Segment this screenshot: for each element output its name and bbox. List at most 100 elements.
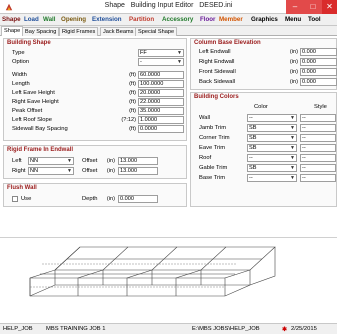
menu-shape[interactable]: Shape: [2, 16, 21, 23]
style-select[interactable]: --: [300, 154, 336, 162]
color-row-label: Wall: [199, 115, 211, 121]
color-value: --: [249, 115, 253, 121]
menu-extension[interactable]: Extension: [92, 16, 122, 23]
color-select[interactable]: SB ▼: [247, 164, 297, 172]
back-sidewall-field[interactable]: 0.000: [300, 78, 337, 86]
right-endwall-unit: (in): [289, 59, 298, 65]
rigid-frame-endwall-title: Rigid Frame In Endwall: [7, 147, 74, 153]
building-shape-title: Building Shape: [7, 40, 51, 46]
status-date: 2/25/2015: [291, 326, 317, 332]
building-wireframe: [29, 246, 276, 297]
tab-jack-beams[interactable]: Jack Beams: [100, 27, 137, 36]
rf-right-select[interactable]: NN ▼: [28, 167, 74, 175]
width-field[interactable]: 60.0000: [138, 71, 184, 79]
column-base-title: Column Base Elevation: [194, 40, 261, 46]
menu-load[interactable]: Load: [24, 16, 39, 23]
color-value: SB: [249, 125, 257, 131]
right-eave-label: Right Eave Height: [12, 99, 59, 105]
color-row-label: Eave Trim: [199, 145, 226, 151]
menu-member[interactable]: Member: [219, 16, 243, 23]
color-row-label: Jamb Trim: [199, 125, 227, 131]
minimize-button[interactable]: –: [286, 0, 304, 14]
rf-left-offset-field[interactable]: 13.000: [118, 157, 158, 165]
flush-wall-group: Flush Wall Use Depth (in) 0.000: [3, 183, 187, 207]
rf-left-select[interactable]: NN ▼: [28, 157, 74, 165]
rf-right-label: Right: [12, 168, 26, 174]
maximize-button[interactable]: □: [304, 0, 322, 14]
building-3d-viewport[interactable]: [0, 237, 337, 323]
type-label: Type: [12, 50, 25, 56]
color-row-label: Roof: [199, 155, 212, 161]
option-label: Option: [12, 59, 30, 65]
tab-bay-spacing[interactable]: Bay Spacing: [22, 27, 60, 36]
menu-graphics[interactable]: Graphics: [251, 16, 278, 23]
warning-icon: ✱: [282, 327, 288, 333]
depth-field[interactable]: 0.000: [118, 195, 158, 203]
left-endwall-field[interactable]: 0.000: [300, 48, 337, 56]
flush-wall-title: Flush Wall: [7, 185, 37, 191]
type-select[interactable]: FF ▼: [138, 49, 184, 57]
rf-left-offset-label: Offset: [82, 158, 98, 164]
menu-wall[interactable]: Wall: [43, 16, 56, 23]
sidewall-bay-field[interactable]: 0.0000: [138, 125, 184, 133]
menu-opening[interactable]: Opening: [61, 16, 86, 23]
rf-left-label: Left: [12, 158, 22, 164]
length-field[interactable]: 100.0000: [138, 80, 184, 88]
tab-shape[interactable]: Shape: [1, 26, 24, 36]
left-eave-field[interactable]: 20.0000: [138, 89, 184, 97]
width-unit: (ft): [129, 72, 136, 78]
type-value: FF: [140, 50, 147, 56]
right-endwall-label: Right Endwall: [199, 59, 235, 65]
menu-bar: Shape Load Wall Opening Extension Partit…: [0, 14, 337, 26]
color-select[interactable]: SB ▼: [247, 134, 297, 142]
left-endwall-label: Left Endwall: [199, 49, 231, 55]
style-select[interactable]: --: [300, 164, 336, 172]
back-sidewall-unit: (in): [289, 79, 298, 85]
rf-right-offset-field[interactable]: 13.000: [118, 167, 158, 175]
style-select[interactable]: --: [300, 134, 336, 142]
front-sidewall-field[interactable]: 0.000: [300, 68, 337, 76]
style-value: --: [302, 175, 306, 181]
rigid-frame-endwall-group: Rigid Frame In Endwall Left NN ▼ Offset …: [3, 145, 187, 179]
tab-bar: Shape Bay Spacing Rigid Frames Jack Beam…: [0, 26, 337, 36]
color-select[interactable]: -- ▼: [247, 154, 297, 162]
right-endwall-field[interactable]: 0.000: [300, 58, 337, 66]
tab-rigid-frames[interactable]: Rigid Frames: [59, 27, 99, 36]
status-bar: HELP_JOB MBS TRAINING JOB 1 E:\MBS JOBS\…: [0, 323, 337, 334]
style-select[interactable]: --: [300, 124, 336, 132]
menu-floor[interactable]: Floor: [200, 16, 215, 23]
color-select[interactable]: SB ▼: [247, 144, 297, 152]
length-unit: (ft): [129, 81, 136, 87]
building-shape-group: Building Shape Type FF ▼ Option - ▼ Widt…: [3, 38, 187, 141]
peak-offset-field[interactable]: 35.0000: [138, 107, 184, 115]
color-select[interactable]: -- ▼: [247, 174, 297, 182]
style-select[interactable]: --: [300, 144, 336, 152]
building-colors-group: Building Colors Color Style Wall -- ▼ -- Jam…: [190, 92, 337, 207]
left-roof-slope-label: Left Roof Slope: [12, 117, 52, 123]
style-select[interactable]: --: [300, 174, 336, 182]
color-select[interactable]: -- ▼: [247, 114, 297, 122]
use-checkbox[interactable]: [12, 196, 18, 202]
menu-partition[interactable]: Partition: [129, 16, 154, 23]
left-eave-unit: (ft): [129, 90, 136, 96]
right-eave-field[interactable]: 22.0000: [138, 98, 184, 106]
tab-special-shape[interactable]: Special Shape: [135, 27, 178, 36]
left-roof-slope-field[interactable]: 1.0000: [138, 116, 184, 124]
rf-right-offset-label: Offset: [82, 168, 98, 174]
menu-menu[interactable]: Menu: [285, 16, 301, 23]
chevron-down-icon: ▼: [177, 50, 182, 56]
width-label: Width: [12, 72, 27, 78]
menu-accessory[interactable]: Accessory: [162, 16, 193, 23]
title-bar: Shape Building Input Editor DESED.ini – …: [0, 0, 337, 14]
building-colors-title: Building Colors: [194, 94, 239, 100]
status-path: E:\MBS JOBS\HELP_JOB: [192, 326, 260, 332]
rf-right-value: NN: [30, 168, 39, 174]
style-select[interactable]: --: [300, 114, 336, 122]
left-roof-slope-unit: (?:12): [121, 117, 136, 123]
use-label: Use: [21, 196, 32, 202]
color-value: --: [249, 155, 253, 161]
color-select[interactable]: SB ▼: [247, 124, 297, 132]
option-select[interactable]: - ▼: [138, 58, 184, 66]
menu-tool[interactable]: Tool: [308, 16, 321, 23]
close-button[interactable]: ✕: [322, 0, 337, 14]
